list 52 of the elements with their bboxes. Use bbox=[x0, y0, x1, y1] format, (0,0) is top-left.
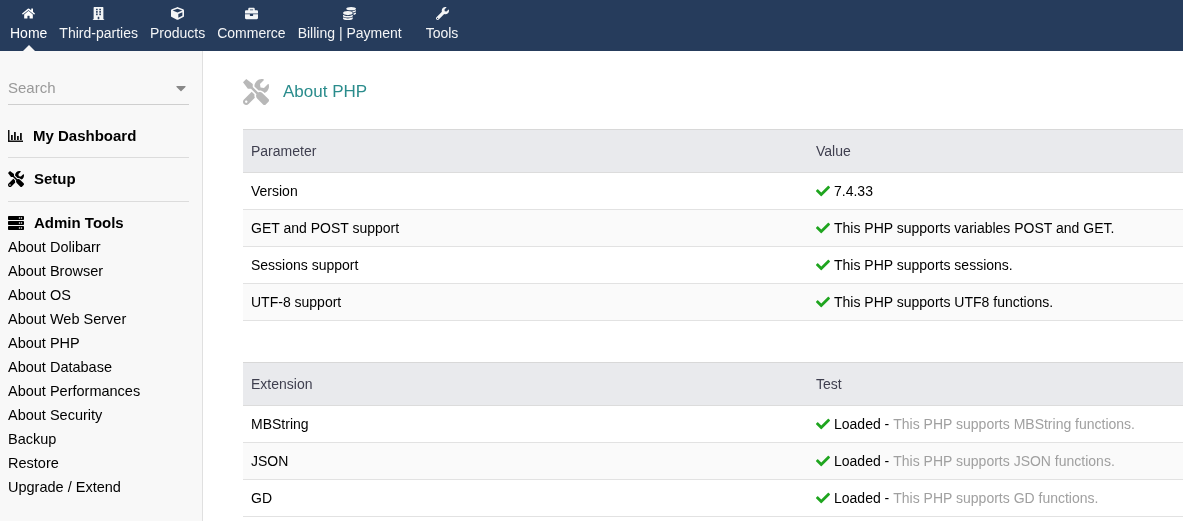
house-icon bbox=[22, 7, 36, 20]
sidebar-section-link[interactable]: My Dashboard bbox=[8, 124, 189, 147]
sidebar-link[interactable]: Restore bbox=[8, 452, 194, 476]
table-cell-text: This PHP supports sessions. bbox=[834, 255, 1013, 275]
nav-tab[interactable]: Tools bbox=[419, 0, 465, 51]
note-text: This PHP supports JSON functions. bbox=[893, 451, 1115, 471]
nav-tab[interactable]: Products bbox=[143, 0, 212, 51]
wrench-icon bbox=[435, 7, 449, 20]
column-header: Parameter bbox=[250, 141, 318, 161]
sidebar-link[interactable]: Backup bbox=[8, 428, 194, 452]
table-cell-text: GD bbox=[250, 488, 273, 508]
sidebar-section-link[interactable]: Setup bbox=[8, 168, 189, 191]
sidebar-link[interactable]: About Dolibarr bbox=[8, 236, 194, 260]
tools-icon bbox=[8, 171, 24, 188]
sidebar-link[interactable]: About Database bbox=[8, 356, 194, 380]
status-text: Loaded - bbox=[834, 414, 890, 434]
page-title: About PHP bbox=[283, 81, 368, 104]
nav-tab[interactable]: Commerce bbox=[211, 0, 292, 51]
sidebar-link[interactable]: About Security bbox=[8, 404, 194, 428]
table-cell-text: JSON bbox=[250, 451, 290, 471]
cube-icon bbox=[171, 7, 185, 20]
building-icon bbox=[92, 7, 106, 20]
table-cell-text: MBString bbox=[250, 414, 310, 434]
server-icon bbox=[8, 214, 24, 231]
sidebar-link[interactable]: Upgrade / Extend bbox=[8, 476, 194, 500]
sidebar-link[interactable]: About Web Server bbox=[8, 308, 194, 332]
nav-tab[interactable]: Third-parties bbox=[53, 0, 144, 51]
table-cell-text: This PHP supports UTF8 functions. bbox=[834, 292, 1054, 312]
sidebar-link[interactable]: About Browser bbox=[8, 260, 194, 284]
note-text: This PHP supports GD functions. bbox=[893, 488, 1099, 508]
coins-icon bbox=[343, 7, 357, 20]
briefcase-icon bbox=[244, 7, 258, 20]
column-header: Test bbox=[816, 374, 842, 394]
nav-tab[interactable]: Billing | Payment bbox=[291, 0, 408, 51]
tools-icon bbox=[243, 79, 269, 105]
note-text: This PHP supports MBString functions. bbox=[893, 414, 1135, 434]
table-cell-text: 7.4.33 bbox=[834, 181, 873, 201]
table-cell-text: This PHP supports variables POST and GET. bbox=[834, 218, 1115, 238]
table-cell-text: GET and POST support bbox=[250, 218, 401, 238]
sidebar-link[interactable]: About PHP bbox=[8, 332, 194, 356]
sidebar-link[interactable]: About OS bbox=[8, 284, 194, 308]
sidebar-section-link[interactable]: Admin Tools bbox=[8, 211, 194, 234]
status-text: Loaded - bbox=[834, 451, 890, 471]
column-header: Value bbox=[816, 141, 851, 161]
table-cell-text: Sessions support bbox=[250, 255, 360, 275]
table-cell-text: UTF-8 support bbox=[250, 292, 343, 312]
column-header: Extension bbox=[250, 374, 314, 394]
table-cell-text: Version bbox=[250, 181, 299, 201]
status-text: Loaded - bbox=[834, 488, 890, 508]
sidebar-link[interactable]: About Performances bbox=[8, 380, 194, 404]
bar-chart-icon bbox=[8, 129, 23, 142]
search-field[interactable]: Search bbox=[8, 77, 173, 100]
